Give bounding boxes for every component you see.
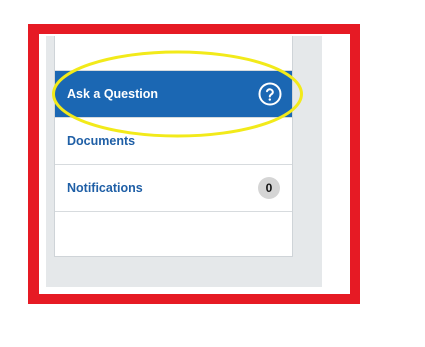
nav-item-ask-a-question[interactable]: Ask a Question [55,71,292,118]
nav-item-documents[interactable]: Documents [55,118,292,165]
nav-item-notifications[interactable]: Notifications 0 [55,165,292,212]
nav-empty-space [55,212,292,252]
sidebar-nav: Ask a Question Documents Notifications 0 [54,36,293,257]
nav-item-label: Documents [67,134,136,148]
nav-item-label: Notifications [67,181,143,195]
nav-item-label: Ask a Question [67,87,158,101]
nav-top-spacer [55,36,292,71]
notifications-count-badge: 0 [258,177,280,199]
help-circle-icon [258,82,282,106]
